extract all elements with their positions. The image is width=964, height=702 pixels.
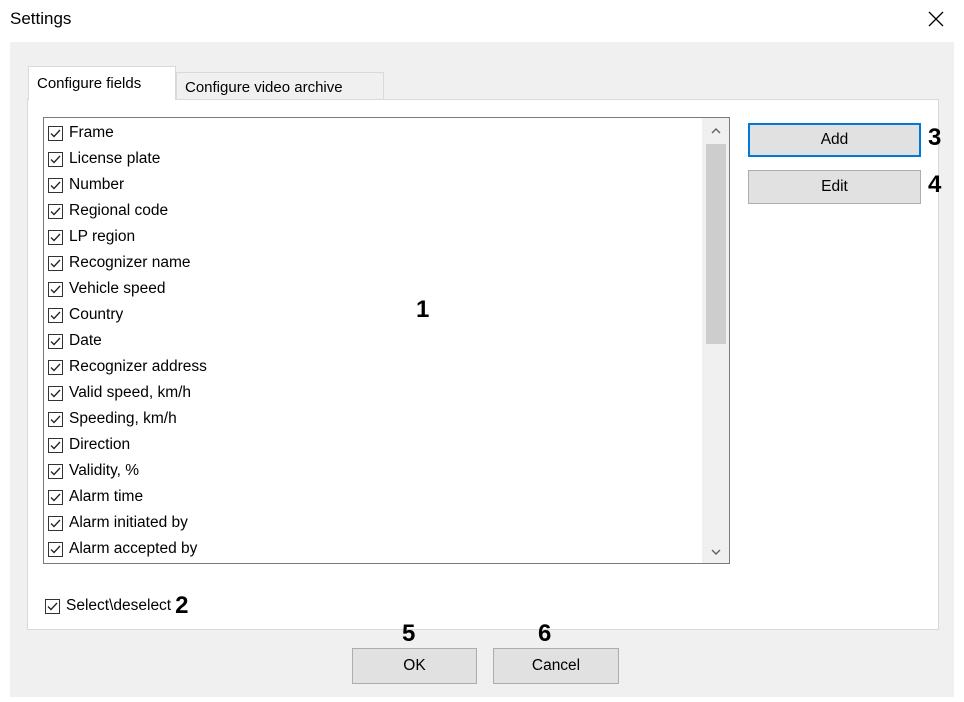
checkbox[interactable] (48, 229, 63, 245)
annotation-4: 4 (928, 171, 942, 198)
checkbox[interactable] (48, 411, 63, 427)
cancel-button[interactable]: Cancel (493, 648, 619, 684)
chevron-down-icon (711, 549, 720, 555)
checkbox[interactable] (48, 151, 63, 167)
annotation-6: 6 (538, 620, 552, 647)
list-item[interactable]: Country (48, 302, 698, 328)
list-item-label: Alarm accepted by (69, 540, 198, 557)
select-deselect-label: Select\deselect (66, 597, 172, 614)
scroll-down-button[interactable] (702, 541, 729, 563)
tab-panel: Frame License plate Number Regional code LP … (27, 99, 942, 630)
checkmark-icon (50, 545, 61, 553)
checkmark-icon (50, 389, 61, 397)
add-button[interactable]: Add (748, 123, 921, 157)
annotation-1: 1 (416, 296, 430, 323)
checkmark-icon (50, 207, 61, 215)
checkmark-icon (50, 155, 61, 163)
fields-list[interactable]: Frame License plate Number Regional code LP … (43, 117, 730, 564)
checkbox[interactable] (48, 489, 63, 505)
checkmark-icon (50, 311, 61, 319)
list-item-label: Validity, % (69, 462, 140, 479)
checkmark-icon (50, 415, 61, 423)
checkmark-icon (50, 363, 61, 371)
checkbox[interactable] (48, 333, 63, 349)
list-item[interactable]: Date (48, 328, 698, 354)
list-item-label: Recognizer name (69, 254, 191, 271)
checkmark-icon (50, 519, 61, 527)
list-item-label: Number (69, 176, 125, 193)
checkmark-icon (50, 441, 61, 449)
list-item[interactable]: Direction (48, 432, 698, 458)
checkbox (45, 598, 60, 614)
checkbox[interactable] (48, 125, 63, 141)
list-item-label: Recognizer address (69, 358, 207, 375)
list-item-label: Alarm initiated by (69, 514, 188, 531)
checkmark-icon (50, 181, 61, 189)
window-title: Settings (10, 9, 72, 28)
list-item[interactable]: License plate (48, 146, 698, 172)
close-icon (928, 11, 944, 27)
checkbox[interactable] (48, 541, 63, 557)
list-item[interactable]: Regional code (48, 198, 698, 224)
checkmark-icon (50, 259, 61, 267)
checkmark-icon (50, 467, 61, 475)
dialog-body: Configure fields Configure video archive… (10, 42, 954, 697)
list-item-label: Valid speed, km/h (69, 384, 192, 401)
checkbox[interactable] (48, 281, 63, 297)
checkbox[interactable] (48, 203, 63, 219)
list-item[interactable]: Valid speed, km/h (48, 380, 698, 406)
list-item[interactable]: LP region (48, 224, 698, 250)
list-item-label: License plate (69, 150, 161, 167)
annotation-5: 5 (402, 620, 416, 647)
checkmark-icon (50, 493, 61, 501)
checkbox[interactable] (48, 463, 63, 479)
scroll-thumb[interactable] (706, 144, 726, 344)
checkbox[interactable] (48, 255, 63, 271)
list-item[interactable]: Vehicle speed (48, 276, 698, 302)
checkbox[interactable] (48, 385, 63, 401)
close-button[interactable] (918, 4, 954, 34)
list-item[interactable]: Alarm accepted by (48, 536, 698, 562)
list-item[interactable]: Validity, % (48, 458, 698, 484)
scroll-up-button[interactable] (702, 120, 729, 142)
list-item-label: Vehicle speed (69, 280, 166, 297)
tab-configure-video-archive[interactable]: Configure video archive (176, 72, 384, 102)
title-bar: Settings (0, 0, 964, 42)
checkbox[interactable] (48, 515, 63, 531)
checkmark-icon (50, 233, 61, 241)
vertical-scrollbar[interactable] (702, 118, 729, 563)
checkbox[interactable] (48, 177, 63, 193)
checkbox[interactable] (48, 307, 63, 323)
checkbox[interactable] (48, 359, 63, 375)
list-item[interactable]: Recognizer address (48, 354, 698, 380)
list-item-label: Direction (69, 436, 131, 453)
annotation-2: 2 (175, 592, 189, 619)
list-item-label: Frame (69, 124, 114, 141)
list-item[interactable]: Alarm time (48, 484, 698, 510)
fields-list-items: Frame License plate Number Regional code LP … (48, 120, 698, 562)
ok-button[interactable]: OK (352, 648, 477, 684)
list-item-label: Date (69, 332, 102, 349)
checkmark-icon (47, 602, 58, 610)
list-item[interactable]: Speeding, km/h (48, 406, 698, 432)
list-item-label: Regional code (69, 202, 169, 219)
list-item-label: LP region (69, 228, 136, 245)
edit-button[interactable]: Edit (748, 170, 921, 204)
checkmark-icon (50, 285, 61, 293)
annotation-3: 3 (928, 124, 942, 151)
list-item-label: Alarm time (69, 488, 144, 505)
list-item[interactable]: Alarm initiated by (48, 510, 698, 536)
list-item[interactable]: Recognizer name (48, 250, 698, 276)
checkbox[interactable] (48, 437, 63, 453)
list-item-label: Country (69, 306, 124, 323)
list-item-label: Speeding, km/h (69, 410, 177, 427)
checkmark-icon (50, 337, 61, 345)
select-deselect-checkbox[interactable]: Select\deselect 2 (45, 592, 188, 620)
tab-configure-fields[interactable]: Configure fields (28, 66, 176, 100)
list-item[interactable]: Number (48, 172, 698, 198)
checkmark-icon (50, 129, 61, 137)
list-item[interactable]: Frame (48, 120, 698, 146)
chevron-up-icon (711, 128, 720, 134)
